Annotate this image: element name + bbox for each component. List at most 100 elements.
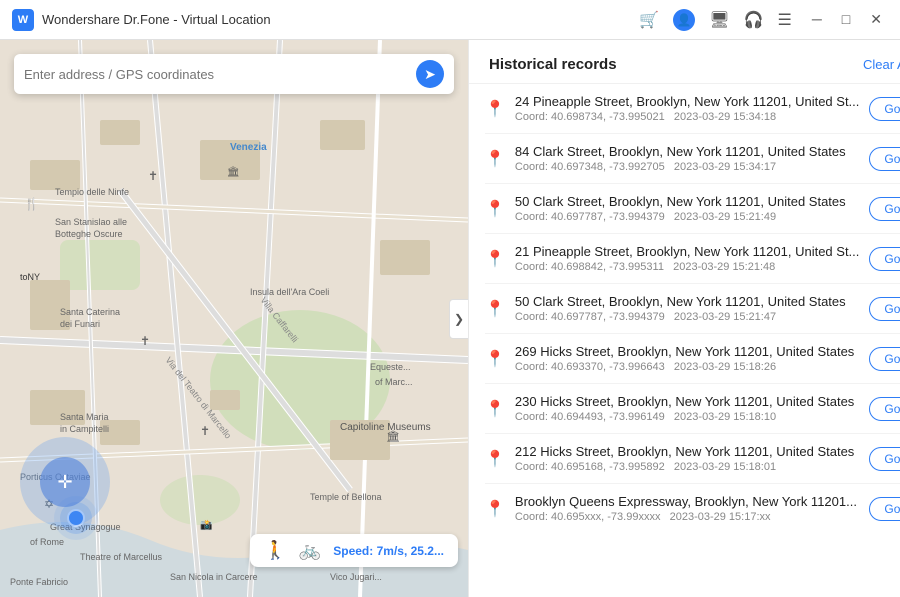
clear-all-button[interactable]: Clear All	[863, 57, 900, 72]
record-pin-icon: 📍	[485, 149, 505, 169]
record-address: Brooklyn Queens Expressway, Brooklyn, Ne…	[515, 494, 859, 509]
speed-label: Speed:	[333, 544, 373, 558]
minimize-button[interactable]: ─	[806, 9, 828, 30]
user-icon[interactable]: 👤	[673, 9, 695, 31]
record-info: 24 Pineapple Street, Brooklyn, New York …	[515, 94, 859, 123]
svg-text:of Rome: of Rome	[30, 537, 64, 547]
main-container: Church of the Gesù Venezia Tempio delle …	[0, 40, 900, 597]
right-panel: Historical records Clear All 📍 24 Pineap…	[468, 40, 900, 597]
svg-text:✝: ✝	[148, 169, 158, 183]
svg-text:🍴: 🍴	[24, 197, 39, 211]
svg-text:Venezia: Venezia	[230, 142, 267, 153]
svg-text:of Marc...: of Marc...	[375, 377, 413, 387]
go-button[interactable]: Go	[869, 497, 900, 521]
window-controls: ─ □ ✕	[806, 9, 888, 30]
record-address: 21 Pineapple Street, Brooklyn, New York …	[515, 244, 859, 259]
record-item: 📍 230 Hicks Street, Brooklyn, New York 1…	[485, 384, 900, 434]
svg-text:Ponte Fabricio: Ponte Fabricio	[10, 577, 68, 587]
record-meta: Coord: 40.695168, -73.995892 2023-03-29 …	[515, 461, 859, 473]
app-logo: W	[12, 9, 34, 31]
svg-text:✝: ✝	[200, 424, 210, 438]
walk-icon: 🚶	[264, 540, 286, 561]
record-info: 50 Clark Street, Brooklyn, New York 1120…	[515, 294, 859, 323]
record-item: 📍 24 Pineapple Street, Brooklyn, New Yor…	[485, 84, 900, 134]
go-button[interactable]: Go	[869, 97, 900, 121]
record-pin-icon: 📍	[485, 349, 505, 369]
go-button[interactable]: Go	[869, 297, 900, 321]
record-meta: Coord: 40.697348, -73.992705 2023-03-29 …	[515, 161, 859, 173]
record-item: 📍 50 Clark Street, Brooklyn, New York 11…	[485, 284, 900, 334]
list-icon[interactable]: ☰	[778, 10, 792, 30]
svg-text:Vico Jugari...: Vico Jugari...	[330, 572, 382, 582]
go-button[interactable]: Go	[869, 147, 900, 171]
speed-bar: 🚶 🚲 Speed: 7m/s, 25.2...	[250, 534, 458, 567]
record-address: 24 Pineapple Street, Brooklyn, New York …	[515, 94, 859, 109]
go-button[interactable]: Go	[869, 247, 900, 271]
svg-text:Theatre of Marcellus: Theatre of Marcellus	[80, 552, 163, 562]
record-info: 84 Clark Street, Brooklyn, New York 1120…	[515, 144, 859, 173]
svg-text:Temple of Bellona: Temple of Bellona	[310, 492, 382, 502]
go-button[interactable]: Go	[869, 197, 900, 221]
record-meta: Coord: 40.695xxx, -73.99xxxx 2023-03-29 …	[515, 511, 859, 523]
record-meta: Coord: 40.698734, -73.995021 2023-03-29 …	[515, 111, 859, 123]
go-button[interactable]: Go	[869, 347, 900, 371]
record-address: 50 Clark Street, Brooklyn, New York 1120…	[515, 194, 859, 209]
panel-title: Historical records	[489, 56, 617, 73]
record-info: 212 Hicks Street, Brooklyn, New York 112…	[515, 444, 859, 473]
record-meta: Coord: 40.694493, -73.996149 2023-03-29 …	[515, 411, 859, 423]
svg-text:✝: ✝	[140, 334, 150, 348]
svg-text:Tempio delle Ninfe: Tempio delle Ninfe	[55, 187, 129, 197]
record-item: 📍 Brooklyn Queens Expressway, Brooklyn, …	[485, 484, 900, 533]
record-item: 📍 269 Hicks Street, Brooklyn, New York 1…	[485, 334, 900, 384]
svg-text:Equeste...: Equeste...	[370, 362, 411, 372]
record-pin-icon: 📍	[485, 99, 505, 119]
svg-text:San Stanislao alle: San Stanislao alle	[55, 217, 127, 227]
record-item: 📍 50 Clark Street, Brooklyn, New York 11…	[485, 184, 900, 234]
svg-text:📸: 📸	[200, 519, 212, 531]
panel-header: Historical records Clear All	[469, 40, 900, 84]
record-meta: Coord: 40.697787, -73.994379 2023-03-29 …	[515, 211, 859, 223]
record-address: 230 Hicks Street, Brooklyn, New York 112…	[515, 394, 859, 409]
record-info: Brooklyn Queens Expressway, Brooklyn, Ne…	[515, 494, 859, 523]
title-bar-right: 🛒 👤 🖥 🎧 ☰ ─ □ ✕	[639, 9, 888, 31]
headphones-icon[interactable]: 🎧	[744, 10, 764, 30]
record-item: 📍 21 Pineapple Street, Brooklyn, New Yor…	[485, 234, 900, 284]
go-button[interactable]: Go	[869, 397, 900, 421]
svg-text:in Campitelli: in Campitelli	[60, 424, 109, 434]
monitor-icon[interactable]: 🖥	[709, 10, 729, 30]
speed-text: Speed: 7m/s, 25.2...	[333, 544, 444, 558]
svg-text:🏛: 🏛	[386, 430, 400, 443]
close-button[interactable]: ✕	[864, 9, 888, 30]
go-button[interactable]: Go	[869, 447, 900, 471]
record-address: 84 Clark Street, Brooklyn, New York 1120…	[515, 144, 859, 159]
map-area: Church of the Gesù Venezia Tempio delle …	[0, 40, 468, 597]
record-pin-icon: 📍	[485, 399, 505, 419]
search-input[interactable]	[24, 67, 416, 82]
nav-inner[interactable]: ✛	[40, 457, 90, 507]
nav-arrows-icon: ✛	[57, 473, 72, 491]
nav-pad: ✛	[20, 437, 110, 527]
record-pin-icon: 📍	[485, 249, 505, 269]
speed-value: 7m/s, 25.2...	[377, 544, 444, 558]
record-info: 230 Hicks Street, Brooklyn, New York 112…	[515, 394, 859, 423]
search-bar: ➤	[14, 54, 454, 94]
title-bar: W Wondershare Dr.Fone - Virtual Location…	[0, 0, 900, 40]
record-info: 50 Clark Street, Brooklyn, New York 1120…	[515, 194, 859, 223]
map-background[interactable]: Church of the Gesù Venezia Tempio delle …	[0, 40, 468, 597]
record-address: 50 Clark Street, Brooklyn, New York 1120…	[515, 294, 859, 309]
navigate-button[interactable]: ➤	[416, 60, 444, 88]
app-title: Wondershare Dr.Fone - Virtual Location	[42, 12, 271, 27]
record-address: 269 Hicks Street, Brooklyn, New York 112…	[515, 344, 859, 359]
record-meta: Coord: 40.698842, -73.995311 2023-03-29 …	[515, 261, 859, 273]
record-pin-icon: 📍	[485, 299, 505, 319]
record-address: 212 Hicks Street, Brooklyn, New York 112…	[515, 444, 859, 459]
svg-text:San Nicola in Carcere: San Nicola in Carcere	[170, 572, 258, 582]
record-pin-icon: 📍	[485, 449, 505, 469]
title-bar-left: W Wondershare Dr.Fone - Virtual Location	[12, 9, 271, 31]
svg-text:Insula dell'Ara Coeli: Insula dell'Ara Coeli	[250, 287, 329, 297]
maximize-button[interactable]: □	[836, 9, 856, 30]
nav-circle: ✛	[20, 437, 110, 527]
bike-icon: 🚲	[299, 540, 321, 561]
cart-icon[interactable]: 🛒	[639, 10, 659, 30]
collapse-panel-button[interactable]: ❯	[449, 299, 468, 339]
